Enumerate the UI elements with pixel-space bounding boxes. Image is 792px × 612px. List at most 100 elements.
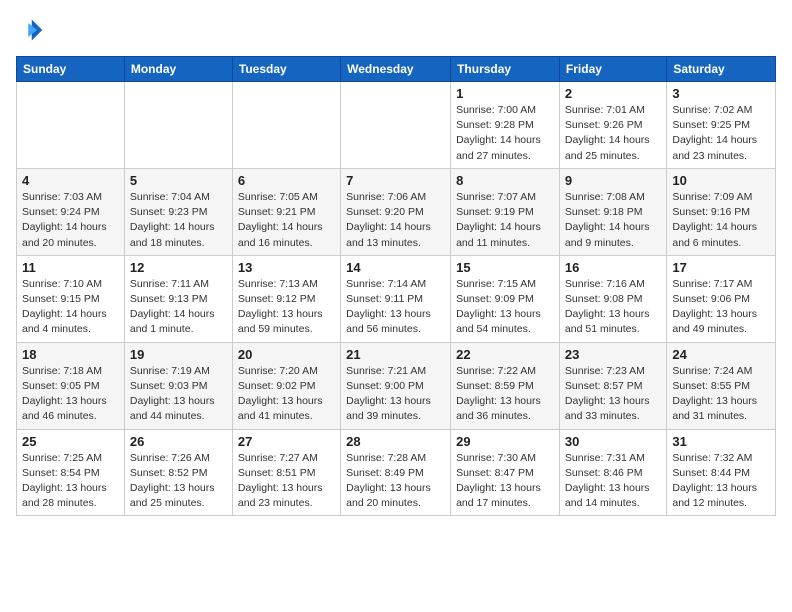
calendar-cell [341, 82, 451, 169]
day-detail: Sunrise: 7:04 AM Sunset: 9:23 PM Dayligh… [130, 190, 227, 251]
logo [16, 16, 48, 44]
day-detail: Sunrise: 7:18 AM Sunset: 9:05 PM Dayligh… [22, 364, 119, 425]
calendar-cell: 24 Sunrise: 7:24 AM Sunset: 8:55 PM Dayli… [667, 342, 776, 429]
day-detail: Sunrise: 7:24 AM Sunset: 8:55 PM Dayligh… [672, 364, 770, 425]
day-number: 25 [22, 434, 119, 449]
day-number: 8 [456, 173, 554, 188]
day-detail: Sunrise: 7:00 AM Sunset: 9:28 PM Dayligh… [456, 103, 554, 164]
calendar-week-row: 4 Sunrise: 7:03 AM Sunset: 9:24 PM Daylig… [17, 168, 776, 255]
day-number: 1 [456, 86, 554, 101]
day-number: 27 [238, 434, 335, 449]
calendar-cell: 16 Sunrise: 7:16 AM Sunset: 9:08 PM Dayli… [559, 255, 666, 342]
day-detail: Sunrise: 7:14 AM Sunset: 9:11 PM Dayligh… [346, 277, 445, 338]
calendar-cell: 12 Sunrise: 7:11 AM Sunset: 9:13 PM Dayli… [124, 255, 232, 342]
calendar-week-row: 11 Sunrise: 7:10 AM Sunset: 9:15 PM Dayli… [17, 255, 776, 342]
calendar-cell: 29 Sunrise: 7:30 AM Sunset: 8:47 PM Dayli… [451, 429, 560, 516]
day-detail: Sunrise: 7:21 AM Sunset: 9:00 PM Dayligh… [346, 364, 445, 425]
day-detail: Sunrise: 7:26 AM Sunset: 8:52 PM Dayligh… [130, 451, 227, 512]
calendar-cell: 14 Sunrise: 7:14 AM Sunset: 9:11 PM Dayli… [341, 255, 451, 342]
day-detail: Sunrise: 7:01 AM Sunset: 9:26 PM Dayligh… [565, 103, 661, 164]
day-number: 13 [238, 260, 335, 275]
calendar-cell: 6 Sunrise: 7:05 AM Sunset: 9:21 PM Daylig… [232, 168, 340, 255]
logo-icon [16, 16, 44, 44]
calendar-body: 1 Sunrise: 7:00 AM Sunset: 9:28 PM Daylig… [17, 82, 776, 516]
day-detail: Sunrise: 7:30 AM Sunset: 8:47 PM Dayligh… [456, 451, 554, 512]
day-number: 4 [22, 173, 119, 188]
calendar-cell: 20Sunrise: 7:20 AM Sunset: 9:02 PM Dayli… [232, 342, 340, 429]
day-detail: Sunrise: 7:05 AM Sunset: 9:21 PM Dayligh… [238, 190, 335, 251]
day-detail: Sunrise: 7:08 AM Sunset: 9:18 PM Dayligh… [565, 190, 661, 251]
calendar-cell: 18 Sunrise: 7:18 AM Sunset: 9:05 PM Dayli… [17, 342, 125, 429]
calendar-cell [17, 82, 125, 169]
calendar-cell: 9Sunrise: 7:08 AM Sunset: 9:18 PM Daylig… [559, 168, 666, 255]
day-number: 21 [346, 347, 445, 362]
day-number: 6 [238, 173, 335, 188]
day-number: 17 [672, 260, 770, 275]
calendar-cell: 26 Sunrise: 7:26 AM Sunset: 8:52 PM Dayli… [124, 429, 232, 516]
calendar-cell: 28 Sunrise: 7:28 AM Sunset: 8:49 PM Dayli… [341, 429, 451, 516]
calendar-cell: 3 Sunrise: 7:02 AM Sunset: 9:25 PM Daylig… [667, 82, 776, 169]
day-detail: Sunrise: 7:31 AM Sunset: 8:46 PM Dayligh… [565, 451, 661, 512]
day-number: 10 [672, 173, 770, 188]
day-number: 3 [672, 86, 770, 101]
day-number: 11 [22, 260, 119, 275]
weekday-header-friday: Friday [559, 57, 666, 82]
calendar-cell: 17 Sunrise: 7:17 AM Sunset: 9:06 PM Dayli… [667, 255, 776, 342]
day-number: 24 [672, 347, 770, 362]
weekday-header-monday: Monday [124, 57, 232, 82]
day-detail: Sunrise: 7:27 AM Sunset: 8:51 PM Dayligh… [238, 451, 335, 512]
day-detail: Sunrise: 7:28 AM Sunset: 8:49 PM Dayligh… [346, 451, 445, 512]
calendar-table: SundayMondayTuesdayWednesdayThursdayFrid… [16, 56, 776, 516]
day-number: 14 [346, 260, 445, 275]
calendar-cell: 10 Sunrise: 7:09 AM Sunset: 9:16 PM Dayli… [667, 168, 776, 255]
calendar-cell: 11 Sunrise: 7:10 AM Sunset: 9:15 PM Dayli… [17, 255, 125, 342]
calendar-cell: 7Sunrise: 7:06 AM Sunset: 9:20 PM Daylig… [341, 168, 451, 255]
day-number: 12 [130, 260, 227, 275]
calendar-cell: 27 Sunrise: 7:27 AM Sunset: 8:51 PM Dayli… [232, 429, 340, 516]
day-detail: Sunrise: 7:03 AM Sunset: 9:24 PM Dayligh… [22, 190, 119, 251]
calendar-cell: 8 Sunrise: 7:07 AM Sunset: 9:19 PM Daylig… [451, 168, 560, 255]
day-detail: Sunrise: 7:16 AM Sunset: 9:08 PM Dayligh… [565, 277, 661, 338]
day-number: 28 [346, 434, 445, 449]
calendar-cell: 2 Sunrise: 7:01 AM Sunset: 9:26 PM Daylig… [559, 82, 666, 169]
calendar-cell: 15Sunrise: 7:15 AM Sunset: 9:09 PM Dayli… [451, 255, 560, 342]
calendar-cell [124, 82, 232, 169]
day-detail: Sunrise: 7:20 AM Sunset: 9:02 PM Dayligh… [238, 364, 335, 425]
day-detail: Sunrise: 7:13 AM Sunset: 9:12 PM Dayligh… [238, 277, 335, 338]
day-number: 16 [565, 260, 661, 275]
day-detail: Sunrise: 7:17 AM Sunset: 9:06 PM Dayligh… [672, 277, 770, 338]
calendar-cell: 21 Sunrise: 7:21 AM Sunset: 9:00 PM Dayli… [341, 342, 451, 429]
day-detail: Sunrise: 7:11 AM Sunset: 9:13 PM Dayligh… [130, 277, 227, 338]
calendar-cell: 22Sunrise: 7:22 AM Sunset: 8:59 PM Dayli… [451, 342, 560, 429]
day-detail: Sunrise: 7:09 AM Sunset: 9:16 PM Dayligh… [672, 190, 770, 251]
day-detail: Sunrise: 7:25 AM Sunset: 8:54 PM Dayligh… [22, 451, 119, 512]
calendar-cell: 5Sunrise: 7:04 AM Sunset: 9:23 PM Daylig… [124, 168, 232, 255]
day-number: 26 [130, 434, 227, 449]
day-number: 2 [565, 86, 661, 101]
day-detail: Sunrise: 7:19 AM Sunset: 9:03 PM Dayligh… [130, 364, 227, 425]
day-detail: Sunrise: 7:02 AM Sunset: 9:25 PM Dayligh… [672, 103, 770, 164]
calendar-week-row: 1 Sunrise: 7:00 AM Sunset: 9:28 PM Daylig… [17, 82, 776, 169]
day-detail: Sunrise: 7:15 AM Sunset: 9:09 PM Dayligh… [456, 277, 554, 338]
calendar-week-row: 18 Sunrise: 7:18 AM Sunset: 9:05 PM Dayli… [17, 342, 776, 429]
calendar-cell: 31Sunrise: 7:32 AM Sunset: 8:44 PM Dayli… [667, 429, 776, 516]
day-number: 29 [456, 434, 554, 449]
calendar-cell [232, 82, 340, 169]
calendar-cell: 13 Sunrise: 7:13 AM Sunset: 9:12 PM Dayli… [232, 255, 340, 342]
day-number: 7 [346, 173, 445, 188]
calendar-cell: 25 Sunrise: 7:25 AM Sunset: 8:54 PM Dayli… [17, 429, 125, 516]
weekday-header-saturday: Saturday [667, 57, 776, 82]
day-number: 18 [22, 347, 119, 362]
day-number: 30 [565, 434, 661, 449]
day-detail: Sunrise: 7:10 AM Sunset: 9:15 PM Dayligh… [22, 277, 119, 338]
page-header [16, 16, 776, 44]
day-detail: Sunrise: 7:07 AM Sunset: 9:19 PM Dayligh… [456, 190, 554, 251]
calendar-cell: 4 Sunrise: 7:03 AM Sunset: 9:24 PM Daylig… [17, 168, 125, 255]
day-number: 19 [130, 347, 227, 362]
calendar-cell: 23Sunrise: 7:23 AM Sunset: 8:57 PM Dayli… [559, 342, 666, 429]
weekday-header-wednesday: Wednesday [341, 57, 451, 82]
calendar-cell: 1 Sunrise: 7:00 AM Sunset: 9:28 PM Daylig… [451, 82, 560, 169]
weekday-header-tuesday: Tuesday [232, 57, 340, 82]
day-number: 31 [672, 434, 770, 449]
weekday-header-sunday: Sunday [17, 57, 125, 82]
